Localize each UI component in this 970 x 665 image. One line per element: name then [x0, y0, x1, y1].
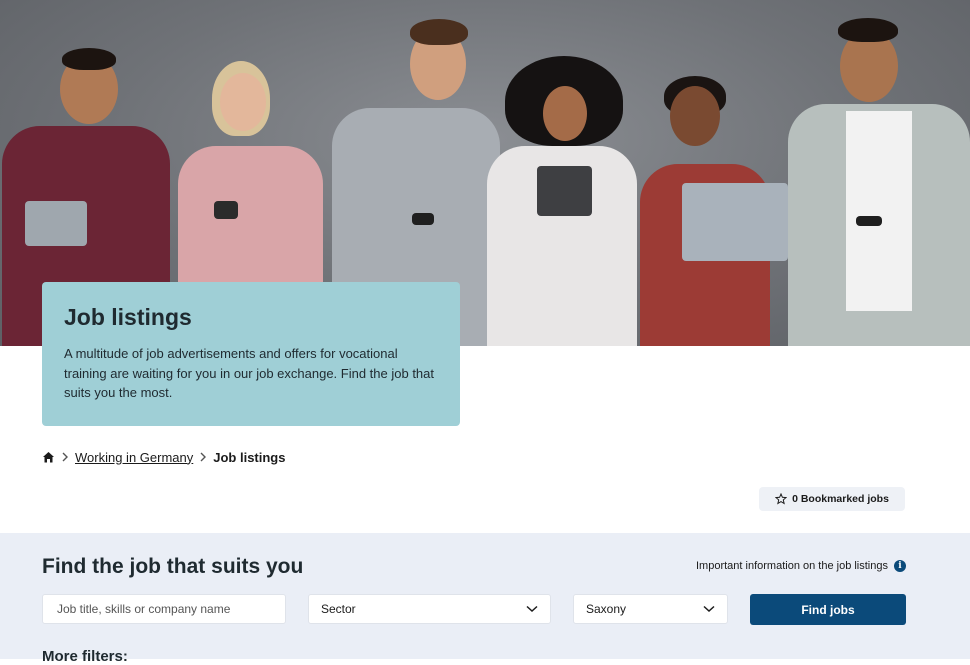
keyword-input[interactable] — [55, 601, 273, 617]
bookmarked-jobs-button[interactable]: 0 Bookmarked jobs — [759, 487, 905, 511]
bookmarked-jobs-label: 0 Bookmarked jobs — [792, 493, 889, 505]
chevron-right-icon — [61, 452, 69, 462]
person-figure — [487, 56, 637, 346]
info-icon: i — [894, 560, 906, 572]
intro-card: Job listings A multitude of job advertis… — [42, 282, 460, 426]
chevron-down-icon — [703, 605, 715, 613]
person-figure — [788, 16, 970, 346]
breadcrumb-current: Job listings — [213, 449, 286, 465]
keyword-field — [42, 594, 286, 624]
page-title: Job listings — [64, 304, 192, 330]
breadcrumb: Working in Germany Job listings — [42, 448, 285, 466]
star-icon — [775, 493, 788, 505]
more-filters-heading: More filters: — [42, 648, 128, 665]
breadcrumb-link-working-in-germany[interactable]: Working in Germany — [75, 450, 193, 465]
search-title: Find the job that suits you — [42, 555, 304, 578]
chevron-right-icon — [199, 452, 207, 462]
region-select-value: Saxony — [586, 602, 627, 616]
chevron-down-icon — [526, 605, 538, 613]
sector-select[interactable]: Sector — [308, 594, 551, 624]
intro-description: A multitude of job advertisements and of… — [64, 346, 435, 400]
find-jobs-button[interactable]: Find jobs — [750, 594, 906, 625]
important-info-label: Important information on the job listing… — [696, 560, 888, 572]
person-figure — [640, 76, 790, 346]
job-search-panel: Find the job that suits you Important in… — [0, 533, 970, 665]
home-icon[interactable] — [42, 451, 55, 464]
sector-select-value: Sector — [321, 602, 356, 616]
important-info-link[interactable]: Important information on the job listing… — [696, 560, 906, 572]
region-select[interactable]: Saxony — [573, 594, 728, 624]
